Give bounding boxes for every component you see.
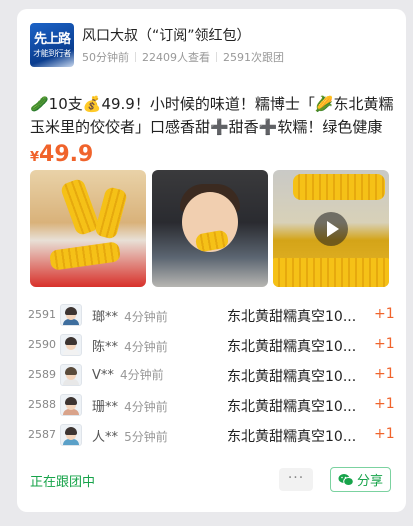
user-avatar xyxy=(60,394,82,416)
ordered-item: 东北黄甜糯真空10... xyxy=(227,399,357,415)
price-symbol: ¥ xyxy=(30,150,40,165)
post-text[interactable]: 🥒10支💰49.9！小时候的味道！糯博士「🌽东北黄糯玉米里的佼佼者」口感香甜➕甜… xyxy=(30,93,396,139)
join-time: 5分钟前 xyxy=(124,430,168,444)
join-number: 2591 xyxy=(28,308,56,321)
post-time: 50分钟前 xyxy=(82,51,129,64)
user-avatar xyxy=(60,334,82,356)
item-quantity: +1 xyxy=(374,306,395,322)
more-options-button[interactable]: ··· xyxy=(279,468,313,491)
product-image-corn-plate[interactable] xyxy=(30,170,146,287)
participant-row[interactable]: 2587 人** 5分钟前 东北黄甜糯真空10... +1 xyxy=(17,420,406,450)
share-label: 分享 xyxy=(356,474,383,489)
user-name: 人** xyxy=(92,430,119,445)
user-name: 珊** xyxy=(92,400,119,415)
participant-row[interactable]: 2589 V** 4分钟前 东北黄甜糯真空10... +1 xyxy=(17,360,406,390)
join-number: 2590 xyxy=(28,338,56,351)
user-name: V** xyxy=(92,368,114,383)
wechat-icon xyxy=(338,473,354,486)
price-value: 49.9 xyxy=(39,142,94,167)
participant-name: V** 4分钟前 xyxy=(92,366,164,383)
join-count: 2591次跟团 xyxy=(223,51,284,64)
item-quantity: +1 xyxy=(374,366,395,382)
user-avatar xyxy=(60,364,82,386)
corn-shape xyxy=(59,177,101,237)
participant-name: 瑯** 4分钟前 xyxy=(92,306,168,325)
participant-name: 陈** 4分钟前 xyxy=(92,336,168,355)
play-icon[interactable] xyxy=(314,212,348,246)
post-header: 先上路 才能到行者 风口大叔（“订阅”领红包） 50分钟前 22409人查看 259… xyxy=(17,9,406,79)
participant-name: 人** 5分钟前 xyxy=(92,426,168,445)
join-number: 2588 xyxy=(28,398,56,411)
user-avatar xyxy=(60,424,82,446)
corn-shape xyxy=(48,241,122,271)
item-quantity: +1 xyxy=(374,426,395,442)
ordered-item: 东北黄甜糯真空10... xyxy=(227,339,357,355)
join-time: 4分钟前 xyxy=(124,310,168,324)
join-number: 2587 xyxy=(28,428,56,441)
participant-row[interactable]: 2590 陈** 4分钟前 东北黄甜糯真空10... +1 xyxy=(17,330,406,360)
participant-row[interactable]: 2591 瑯** 4分钟前 东北黄甜糯真空10... +1 xyxy=(17,300,406,330)
avatar-text-top: 先上路 xyxy=(33,32,71,47)
ordered-item: 东北黄甜糯真空10... xyxy=(227,369,357,385)
group-name[interactable]: 风口大叔（“订阅”领红包） xyxy=(82,25,251,45)
item-quantity: +1 xyxy=(374,396,395,412)
user-name: 陈** xyxy=(92,340,119,355)
group-status: 正在跟团中 xyxy=(30,475,96,490)
ordered-item: 东北黄甜糯真空10... xyxy=(227,309,357,325)
product-video-thumbnail[interactable] xyxy=(273,170,389,287)
participant-name: 珊** 4分钟前 xyxy=(92,396,168,415)
join-time: 4分钟前 xyxy=(120,368,164,382)
join-number: 2589 xyxy=(28,368,56,381)
user-name: 瑯** xyxy=(92,310,119,325)
ordered-item: 东北黄甜糯真空10... xyxy=(227,429,357,445)
corn-shape xyxy=(93,186,129,240)
corn-kernels xyxy=(273,258,389,287)
group-avatar[interactable]: 先上路 才能到行者 xyxy=(30,23,74,67)
user-avatar xyxy=(60,304,82,326)
share-button[interactable]: 分享 xyxy=(330,467,391,492)
product-image-child-eating[interactable] xyxy=(152,170,268,287)
participant-row[interactable]: 2588 珊** 4分钟前 东北黄甜糯真空10... +1 xyxy=(17,390,406,420)
join-time: 4分钟前 xyxy=(124,400,168,414)
divider xyxy=(216,52,217,62)
post-meta: 50分钟前 22409人查看 2591次跟团 xyxy=(82,49,284,65)
group-buy-card[interactable]: 先上路 才能到行者 风口大叔（“订阅”领红包） 50分钟前 22409人查看 259… xyxy=(17,9,406,512)
divider xyxy=(135,52,136,62)
view-count: 22409人查看 xyxy=(142,51,210,64)
join-time: 4分钟前 xyxy=(124,340,168,354)
price: ¥49.9 xyxy=(30,142,93,167)
corn-shape xyxy=(293,174,385,200)
item-quantity: +1 xyxy=(374,336,395,352)
avatar-text-bottom: 才能到行者 xyxy=(33,49,71,58)
